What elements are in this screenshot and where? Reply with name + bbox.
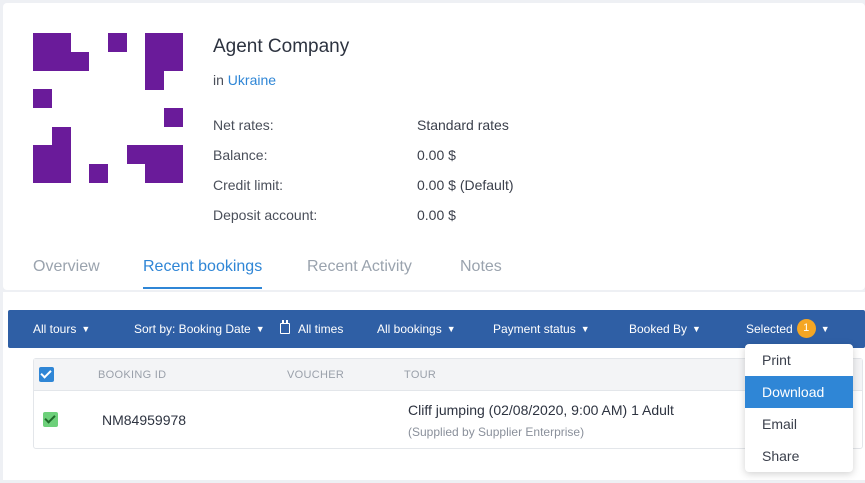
tab-recent-bookings[interactable]: Recent bookings [143, 258, 263, 289]
tab-recent-activity[interactable]: Recent Activity [307, 258, 412, 287]
info-value: 0.00 $ [417, 147, 456, 163]
info-label: Net rates: [213, 117, 274, 133]
payment-status-filter[interactable]: Payment status ▼ [493, 322, 590, 336]
column-header-booking-id: BOOKING ID [98, 369, 167, 381]
booked-by-filter[interactable]: Booked By ▼ [629, 322, 701, 336]
filter-label: All times [298, 322, 344, 336]
company-name: Agent Company [213, 36, 350, 57]
selected-label: Selected [746, 322, 793, 337]
info-label: Credit limit: [213, 177, 284, 193]
info-label: Balance: [213, 147, 268, 163]
all-times-filter[interactable]: All times [280, 320, 344, 336]
filter-label: Sort by: Booking Date [134, 322, 251, 336]
selected-count-badge: 1 [796, 319, 816, 338]
info-value: 0.00 $ (Default) [417, 177, 514, 193]
chevron-down-icon: ▼ [820, 324, 830, 335]
all-bookings-filter[interactable]: All bookings ▼ [377, 322, 456, 336]
chevron-down-icon: ▼ [446, 324, 456, 334]
company-location: in Ukraine [213, 72, 276, 88]
menu-item-email[interactable]: Email [745, 408, 853, 440]
tab-notes[interactable]: Notes [460, 258, 502, 287]
filter-toolbar: All tours ▼ Sort by: Booking Date ▼ All ti… [8, 310, 865, 348]
filter-label: All tours [33, 322, 77, 336]
info-value: 0.00 $ [417, 207, 456, 223]
menu-item-print[interactable]: Print [745, 344, 853, 376]
selected-actions-button[interactable]: Selected 1 ▼ [746, 319, 830, 338]
supplier-note: (Supplied by Supplier Enterprise) [408, 425, 585, 439]
filter-label: All bookings [377, 322, 442, 336]
info-row-credit-limit: Credit limit: 0.00 $ (Default) [213, 177, 514, 193]
info-row-balance: Balance: 0.00 $ [213, 147, 456, 163]
booking-id-cell[interactable]: NM84959978 [102, 412, 186, 428]
sort-by-filter[interactable]: Sort by: Booking Date ▼ [134, 322, 265, 336]
selected-actions-menu: Print Download Email Share [745, 344, 853, 472]
info-row-deposit-account: Deposit account: 0.00 $ [213, 207, 456, 223]
calendar-icon [280, 320, 290, 334]
menu-item-share[interactable]: Share [745, 440, 853, 472]
tab-overview[interactable]: Overview [33, 258, 100, 287]
filter-label: Payment status [493, 322, 576, 336]
info-label: Deposit account: [213, 207, 318, 223]
info-value: Standard rates [417, 117, 509, 133]
info-row-net-rates: Net rates: Standard rates [213, 117, 509, 133]
column-header-voucher: VOUCHER [287, 369, 345, 381]
bookings-table: BOOKING ID VOUCHER TOUR NM84959978 Cliff… [33, 358, 863, 449]
select-all-checkbox[interactable] [39, 367, 54, 382]
location-prefix: in [213, 72, 224, 88]
chevron-down-icon: ▼ [81, 324, 91, 334]
tour-cell: Cliff jumping (02/08/2020, 9:00 AM) 1 Ad… [408, 402, 674, 418]
location-link[interactable]: Ukraine [228, 72, 276, 88]
chevron-down-icon: ▼ [580, 324, 590, 334]
row-checkbox[interactable] [43, 412, 58, 427]
all-tours-filter[interactable]: All tours ▼ [33, 322, 90, 336]
column-header-tour: TOUR [404, 369, 437, 381]
company-logo [33, 33, 183, 183]
chevron-down-icon: ▼ [692, 324, 701, 334]
table-header: BOOKING ID VOUCHER TOUR [34, 359, 862, 391]
filter-label: Booked By [629, 322, 688, 336]
chevron-down-icon: ▼ [255, 324, 265, 334]
menu-item-download[interactable]: Download [745, 376, 853, 408]
